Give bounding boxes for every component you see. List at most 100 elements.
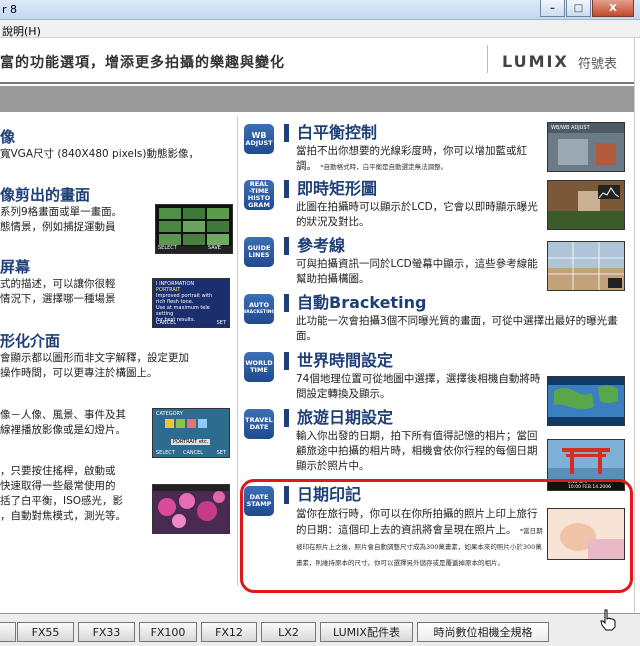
- feature-description: 當你在旅行時，你可以在你所拍攝的照片上印上旅行的日期：這個印上去的資訊將會呈現在…: [296, 506, 543, 570]
- travel-date-icon: TRAVEL DATE: [244, 409, 274, 439]
- histogram-thumbnail: [547, 180, 625, 230]
- page-header: 富的功能選項，增添更多拍攝的樂趣與變化 LUMIX 符號表: [0, 38, 640, 84]
- minimize-button[interactable]: –: [540, 0, 565, 17]
- lumix-logo: LUMIX: [502, 52, 569, 71]
- left-section-vga: 像 寬VGA尺寸 (840X480 pixels)動態影像，: [0, 126, 199, 162]
- left-section-title: 屏幕: [0, 258, 31, 276]
- badge-line: TIME: [250, 366, 268, 374]
- close-button[interactable]: X: [592, 0, 634, 17]
- guide-lines-icon: GUIDE LINES: [244, 237, 274, 267]
- feature-description: 當拍不出你想要的光線彩度時，你可以增加藍或紅調。 *自動格式時，白平衡是自動選定…: [296, 144, 543, 175]
- feature-title: 即時矩形圖: [284, 180, 377, 198]
- feature-world-time: WORLD TIME 世界時間設定 74個地理位置可從地圖中選擇，選擇後相機自動…: [244, 352, 628, 426]
- symbol-table-link[interactable]: 符號表: [578, 53, 617, 72]
- window-title: r 8: [2, 3, 18, 16]
- badge-line: GRAM: [248, 201, 270, 209]
- feature-wb-adjust: WB ADJUST 白平衡控制 當拍不出你想要的光線彩度時，你可以增加藍或紅調。…: [244, 122, 628, 176]
- badge-line: BRACKETING: [242, 310, 276, 315]
- feature-guide-lines: GUIDE LINES 參考線 可與拍攝資訊一同於LCD螢幕中顯示，這些參考線能…: [244, 237, 628, 291]
- wb-scene-image: [548, 133, 624, 171]
- thumb-set-label: SET: [216, 450, 226, 456]
- left-section-title: 形化介面: [0, 332, 61, 350]
- menu-help[interactable]: 說明(H): [2, 23, 41, 39]
- category-icons: [165, 419, 207, 428]
- feature-description: 此圖在拍攝時可以顯示於LCD，它會以即時顯示曝光的狀況及對比。: [296, 201, 538, 228]
- tab-lumix-accessories[interactable]: LUMIX配件表: [320, 622, 413, 642]
- tab-full-specs[interactable]: 時尚數位相機全規格: [417, 622, 549, 642]
- wb-adjust-thumbnail: WB/WB ADJUST: [547, 122, 625, 172]
- tab-lx2[interactable]: LX2: [261, 622, 316, 642]
- brand-box: LUMIX 符號表: [487, 45, 634, 73]
- baby-photo-image: [548, 509, 624, 559]
- window-controls: – □ X: [540, 0, 634, 17]
- header-slogan: 富的功能選項，增添更多拍攝的樂趣與變化: [0, 55, 285, 71]
- date-stamp-icon: DATE STAMP: [244, 486, 274, 516]
- left-section-line: 快速取得一些最常使用的: [0, 480, 116, 492]
- baby-photo-thumbnail: [547, 508, 625, 560]
- left-section-line: 式的描述，可以讓你很輕: [0, 278, 116, 290]
- thumb-set-label: SET: [216, 320, 226, 326]
- model-tab-bar: FX55 FX33 FX100 FX12 LX2 LUMIX配件表 時尚數位相機…: [0, 613, 640, 646]
- guide-lines-scene-image: [548, 242, 624, 290]
- left-section-line: 會顯示都以圖形而非文字解釋，設定更加: [0, 352, 189, 364]
- left-section-line: ，自動對焦模式，測光等。: [0, 510, 126, 522]
- column-divider: [237, 116, 238, 586]
- left-section-title: 像剪出的畫面: [0, 186, 91, 204]
- badge-line: DATE: [249, 423, 269, 431]
- tab-partial[interactable]: [0, 622, 16, 642]
- feature-title: 世界時間設定: [284, 352, 393, 370]
- left-section-line: 系列9格畫面或單一畫面。: [0, 206, 123, 218]
- scrollbar[interactable]: [634, 38, 640, 613]
- left-section-line: 操作時間，可以更專注於構圖上。: [0, 367, 158, 379]
- feature-description: 輸入你出發的日期，拍下所有值得記憶的相片；當回顧旅途中拍攝的相片時，相機會依你行…: [296, 430, 538, 472]
- thumb-cancel-label: CANCEL: [183, 450, 204, 456]
- feature-auto-bracketing: AUTO BRACKETING 自動Bracketing 此功能一次會拍攝3個不…: [242, 294, 628, 343]
- header-band: [0, 86, 640, 112]
- auto-bracketing-icon: AUTO BRACKETING: [242, 294, 276, 324]
- flower-thumbnail: [152, 484, 230, 534]
- left-section-line: 像－人像、風景、事件及其: [0, 409, 126, 421]
- feature-date-stamp: DATE STAMP 日期印記 當你在旅行時，你可以在你所拍攝的照片上印上旅行的…: [244, 486, 628, 586]
- feature-title: 日期印記: [284, 486, 361, 504]
- feature-title: 旅遊日期設定: [284, 409, 393, 427]
- tab-fx100[interactable]: FX100: [139, 622, 197, 642]
- left-section-title: 像: [0, 128, 16, 146]
- thumb-category-label: CATEGORY: [156, 411, 183, 417]
- left-section-quick-menu: ，只要按住搖桿，啟動或 快速取得一些最常使用的 括了白平衡，ISO感光，影 ，自…: [0, 464, 126, 524]
- left-section-line: 寬VGA尺寸 (840X480 pixels)動態影像，: [0, 148, 199, 160]
- left-section-line: 情況下，選擇哪一種場景: [0, 293, 116, 305]
- badge-line: STAMP: [246, 500, 272, 508]
- thumb-select-label: SELECT: [158, 245, 177, 251]
- feature-title: 參考線: [284, 237, 345, 255]
- tab-fx55[interactable]: FX55: [17, 622, 74, 642]
- thumb-select-label: SELECT: [156, 450, 175, 456]
- world-time-icon: WORLD TIME: [244, 352, 274, 382]
- tab-fx33[interactable]: FX33: [78, 622, 135, 642]
- thumb-cancel-label: CANCEL: [156, 320, 177, 326]
- left-section-crop: 像剪出的畫面 系列9格畫面或單一畫面。 態情景，例如捕捉運動員: [0, 184, 122, 235]
- thumb-wb-label: WB/WB ADJUST: [551, 125, 590, 131]
- badge-line: AUTO: [248, 301, 270, 309]
- badge-line: ADJUST: [245, 139, 273, 147]
- left-section-graphic-ui: 形化介面 會顯示都以圖形而非文字解釋，設定更加 操作時間，可以更專注於構圖上。: [0, 330, 189, 381]
- feature-title: 自動Bracketing: [284, 294, 426, 312]
- tab-fx12[interactable]: FX12: [201, 622, 257, 642]
- left-section-line: 括了白平衡，ISO感光，影: [0, 495, 124, 507]
- flowers-image: [153, 485, 229, 533]
- histogram-scene-image: [548, 181, 624, 229]
- feature-note: *自動格式時，白平衡是自動選定無法調整。: [320, 163, 448, 171]
- hand-cursor-icon: [600, 609, 616, 631]
- left-section-line: ，只要按住搖桿，啟動或: [0, 465, 116, 477]
- window-titlebar: r 8 – □ X: [0, 0, 640, 20]
- feature-description-text: 當你在旅行時，你可以在你所拍攝的照片上印上旅行的日期：這個印上去的資訊將會呈現在…: [296, 508, 538, 536]
- maximize-button[interactable]: □: [566, 0, 591, 17]
- category-thumbnail: CATEGORY PORTRAIT etc. SELECT CANCEL SET: [152, 408, 230, 458]
- feature-title: 白平衡控制: [284, 124, 377, 142]
- badge-line: LINES: [248, 251, 270, 259]
- menu-bar: 說明(H): [0, 20, 640, 38]
- left-section-playback: 像－人像、風景、事件及其 線裡播放影像或是幻燈片。: [0, 408, 126, 438]
- thumb-portrait-etc: PORTRAIT etc.: [171, 439, 211, 445]
- feature-travel-date: TRAVEL DATE 旅遊日期設定 輸入你出發的日期，拍下所有值得記憶的相片；…: [244, 409, 628, 491]
- portrait-info-thumbnail: I INFORMATION PORTRAIT Improved portrait…: [152, 278, 230, 328]
- feature-description: 74個地理位置可從地圖中選擇，選擇後相機自動將時間設定轉換及顯示。: [296, 373, 541, 400]
